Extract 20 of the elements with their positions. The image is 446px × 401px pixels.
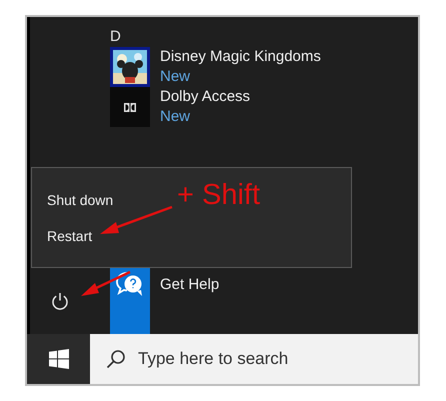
search-field[interactable]: Type here to search — [90, 334, 418, 384]
menu-item[interactable]: Shut down — [47, 190, 114, 208]
menu-item[interactable]: Restart — [47, 226, 92, 244]
annotation-text: + Shift — [177, 178, 260, 212]
start-button[interactable] — [27, 334, 90, 384]
app-list-item[interactable]: Get Help — [110, 265, 418, 305]
new-label: New — [160, 107, 192, 127]
annotation-arrow — [81, 270, 131, 296]
power-icon — [51, 292, 69, 310]
search-icon — [106, 349, 126, 369]
app-name: Disney Magic Kingdoms — [160, 47, 321, 67]
app-name: Dolby Access — [160, 87, 250, 107]
app-list-item[interactable]: Dolby Access New — [110, 87, 418, 127]
app-list-item[interactable]: Disney Magic Kingdoms New — [110, 47, 418, 87]
new-label: New — [160, 67, 192, 87]
double-d-icon — [124, 102, 136, 112]
windows-icon — [48, 349, 68, 369]
app-tile — [110, 305, 150, 334]
section-header: D — [110, 27, 122, 47]
app-name: Get Help — [160, 274, 220, 295]
